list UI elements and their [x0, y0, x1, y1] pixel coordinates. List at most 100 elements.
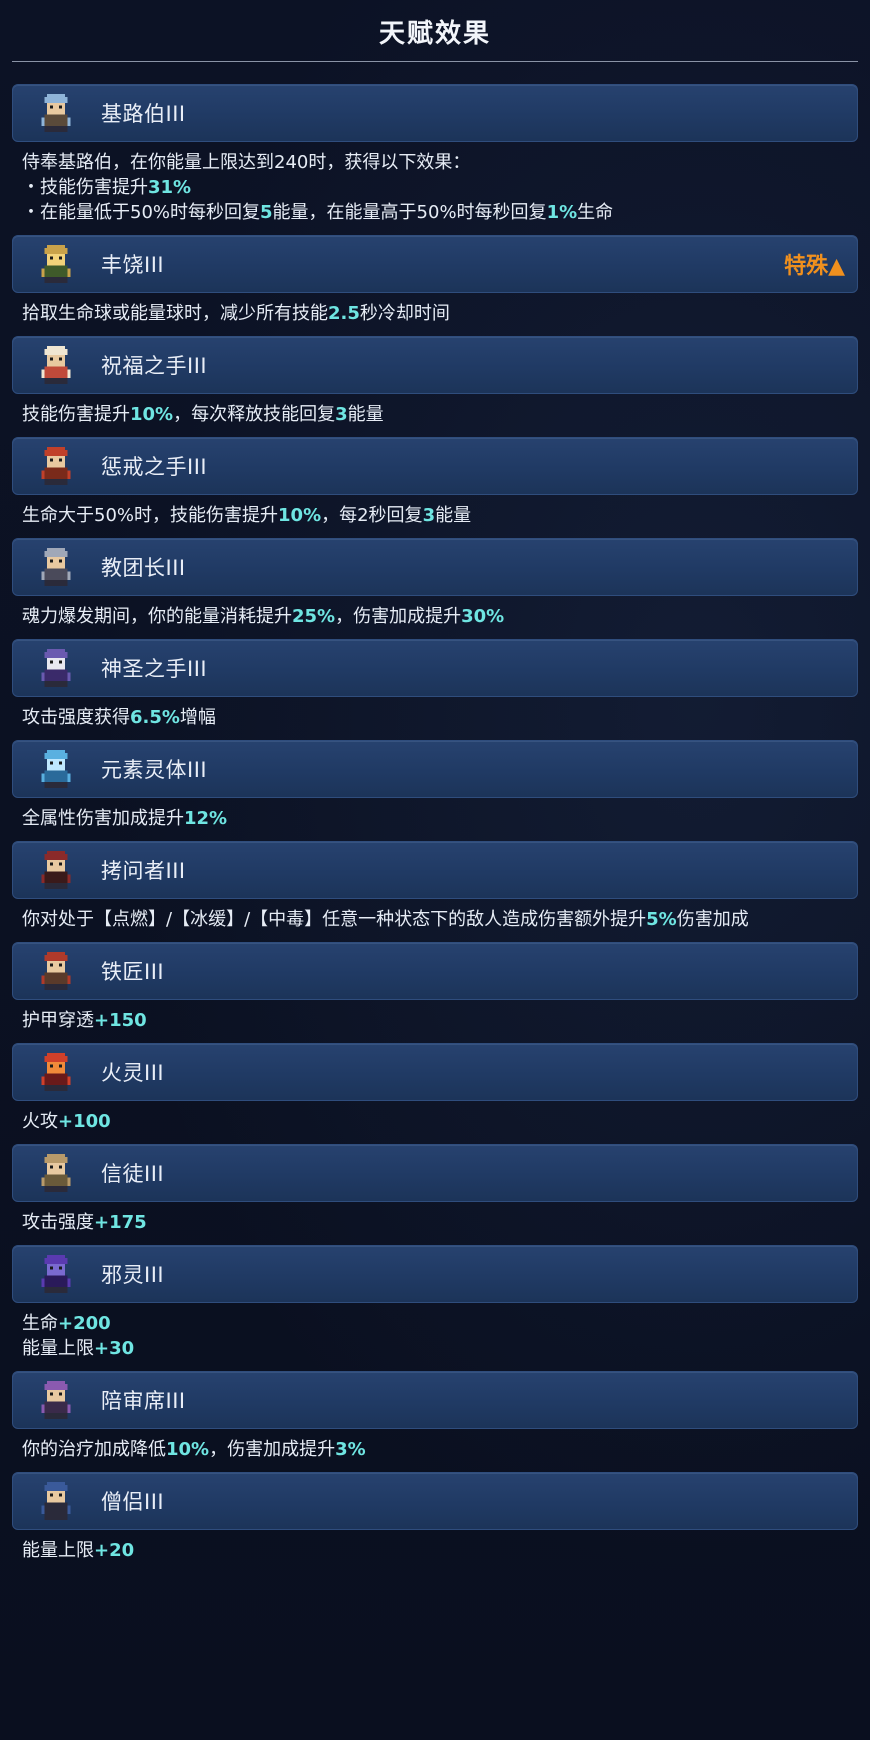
effect-text: ，每2秒回复 [321, 505, 423, 526]
talent-effect-text: 攻击强度+175 [0, 1202, 870, 1245]
talent-name: 陪审席III [101, 1389, 186, 1413]
talent-item: 信徒III 攻击强度+175 [0, 1144, 870, 1245]
effect-text: 生命大于50%时，技能伤害提升 [22, 505, 279, 526]
effect-text: 能量上限 [22, 1338, 94, 1359]
effect-line: 你对处于【点燃】/【冰缓】/【中毒】任意一种状态下的敌人造成伤害额外提升5%伤害… [22, 907, 848, 932]
effect-value: 25% [292, 606, 336, 627]
talent-name: 元素灵体III [101, 758, 208, 782]
talent-effect-text: 技能伤害提升10%，每次释放技能回复3能量 [0, 394, 870, 437]
talent-effect-text: 侍奉基路伯，在你能量上限达到240时，获得以下效果： ・技能伤害提升31% ・在能量… [0, 142, 870, 235]
effect-text: ，伤害加成提升 [335, 606, 462, 627]
effect-line: 攻击强度获得6.5%增幅 [22, 705, 848, 730]
talent-header-bar[interactable]: 惩戒之手III [12, 437, 858, 495]
effect-line: 护甲穿透+150 [22, 1008, 848, 1033]
effect-line: 能量上限+20 [22, 1538, 848, 1563]
effect-value: 6.5% [130, 707, 180, 728]
talent-list: 基路伯III 侍奉基路伯，在你能量上限达到240时，获得以下效果： ・技能伤害提升3… [0, 62, 870, 1573]
talent-header-bar[interactable]: 僧侣III [12, 1472, 858, 1530]
elemental-spirit-avatar-icon [37, 750, 75, 788]
effect-text: 全属性伤害加成提升 [22, 808, 184, 829]
effect-value: +150 [94, 1010, 147, 1031]
talent-name: 惩戒之手III [101, 455, 208, 479]
talent-item: 基路伯III 侍奉基路伯，在你能量上限达到240时，获得以下效果： ・技能伤害提升3… [0, 84, 870, 235]
special-badge[interactable]: 特殊▲ [784, 248, 845, 280]
effect-value: 1% [546, 202, 578, 223]
jury-avatar-icon [37, 1381, 75, 1419]
talent-name: 拷问者III [101, 859, 186, 883]
talent-header-bar[interactable]: 教团长III [12, 538, 858, 596]
effect-line: 侍奉基路伯，在你能量上限达到240时，获得以下效果： [22, 150, 848, 175]
effect-value: +200 [58, 1313, 111, 1334]
talent-header-bar[interactable]: 火灵III [12, 1043, 858, 1101]
effect-value: 5 [260, 202, 273, 223]
effect-line: 魂力爆发期间，你的能量消耗提升25%，伤害加成提升30% [22, 604, 848, 629]
effect-value: +30 [94, 1338, 135, 1359]
effect-text: ・在能量低于50%时每秒回复 [22, 202, 261, 223]
talent-name: 基路伯III [101, 102, 186, 126]
effect-text: 生命 [577, 202, 614, 223]
panel-header: 天赋效果 [0, 0, 870, 62]
talent-name: 神圣之手III [101, 657, 208, 681]
talent-effect-text: 你的治疗加成降低10%，伤害加成提升3% [0, 1429, 870, 1472]
talent-effect-text: 生命+200 能量上限+30 [0, 1303, 870, 1371]
talent-item: 僧侣III 能量上限+20 [0, 1472, 870, 1573]
page-title: 天赋效果 [378, 18, 491, 49]
talent-header-bar[interactable]: 丰饶III 特殊▲ [12, 235, 858, 293]
talent-item: 陪审席III 你的治疗加成降低10%，伤害加成提升3% [0, 1371, 870, 1472]
talent-effect-text: 攻击强度获得6.5%增幅 [0, 697, 870, 740]
talent-header-bar[interactable]: 拷问者III [12, 841, 858, 899]
holy-hand-avatar-icon [37, 649, 75, 687]
evil-spirit-avatar-icon [37, 1255, 75, 1293]
effect-text: 能量上限 [22, 1540, 94, 1561]
talent-effect-text: 生命大于50%时，技能伤害提升10%，每2秒回复3能量 [0, 495, 870, 538]
effect-value: 10% [130, 404, 174, 425]
talent-effect-text: 你对处于【点燃】/【冰缓】/【中毒】任意一种状态下的敌人造成伤害额外提升5%伤害… [0, 899, 870, 942]
talent-name: 祝福之手III [101, 354, 208, 378]
effect-text: ，每次释放技能回复 [173, 404, 336, 425]
talent-header-bar[interactable]: 陪审席III [12, 1371, 858, 1429]
talent-name: 邪灵III [101, 1263, 165, 1287]
effect-text: 技能伤害提升 [22, 404, 130, 425]
effect-value: 3 [422, 505, 436, 526]
talent-effect-text: 拾取生命球或能量球时，减少所有技能2.5秒冷却时间 [0, 293, 870, 336]
blessing-hand-avatar-icon [37, 346, 75, 384]
talent-item: 拷问者III 你对处于【点燃】/【冰缓】/【中毒】任意一种状态下的敌人造成伤害额外… [0, 841, 870, 942]
effect-line: 你的治疗加成降低10%，伤害加成提升3% [22, 1437, 848, 1462]
effect-line: 能量上限+30 [22, 1336, 848, 1361]
talent-item: 丰饶III 特殊▲ 拾取生命球或能量球时，减少所有技能2.5秒冷却时间 [0, 235, 870, 336]
talent-effect-text: 能量上限+20 [0, 1530, 870, 1573]
talent-name: 丰饶III [101, 253, 165, 277]
effect-text: 能量 [347, 404, 384, 425]
talent-header-bar[interactable]: 信徒III [12, 1144, 858, 1202]
effect-text: 攻击强度 [22, 1212, 94, 1233]
talent-effect-text: 护甲穿透+150 [0, 1000, 870, 1043]
effect-value: 10% [166, 1439, 210, 1460]
inquisitor-avatar-icon [37, 851, 75, 889]
effect-value: +175 [94, 1212, 147, 1233]
talent-header-bar[interactable]: 祝福之手III [12, 336, 858, 394]
effect-text: 护甲穿透 [22, 1010, 94, 1031]
effect-text: ，伤害加成提升 [209, 1439, 336, 1460]
monk-avatar-icon [37, 1482, 75, 1520]
effect-value: +100 [58, 1111, 111, 1132]
effect-line: 全属性伤害加成提升12% [22, 806, 848, 831]
effect-text: 侍奉基路伯，在你能量上限达到240时，获得以下效果： [22, 152, 471, 173]
effect-text: 能量，在能量高于50%时每秒回复 [272, 202, 547, 223]
talent-effect-text: 全属性伤害加成提升12% [0, 798, 870, 841]
talent-header-bar[interactable]: 邪灵III [12, 1245, 858, 1303]
talent-effects-panel: 天赋效果 基路伯III 侍奉基路伯，在你能量上限达到240时，获得以下效果： ・技能… [0, 0, 870, 1740]
talent-header-bar[interactable]: 神圣之手III [12, 639, 858, 697]
effect-text: 秒冷却时间 [359, 303, 450, 324]
talent-item: 教团长III 魂力爆发期间，你的能量消耗提升25%，伤害加成提升30% [0, 538, 870, 639]
talent-item: 邪灵III 生命+200 能量上限+30 [0, 1245, 870, 1371]
talent-name: 铁匠III [101, 960, 165, 984]
effect-line: ・在能量低于50%时每秒回复5能量，在能量高于50%时每秒回复1%生命 [22, 200, 848, 225]
talent-name: 僧侣III [101, 1490, 165, 1514]
effect-text: 拾取生命球或能量球时，减少所有技能 [22, 303, 328, 324]
talent-item: 惩戒之手III 生命大于50%时，技能伤害提升10%，每2秒回复3能量 [0, 437, 870, 538]
talent-header-bar[interactable]: 铁匠III [12, 942, 858, 1000]
talent-header-bar[interactable]: 元素灵体III [12, 740, 858, 798]
believer-avatar-icon [37, 1154, 75, 1192]
talent-header-bar[interactable]: 基路伯III [12, 84, 858, 142]
effect-line: 生命大于50%时，技能伤害提升10%，每2秒回复3能量 [22, 503, 848, 528]
